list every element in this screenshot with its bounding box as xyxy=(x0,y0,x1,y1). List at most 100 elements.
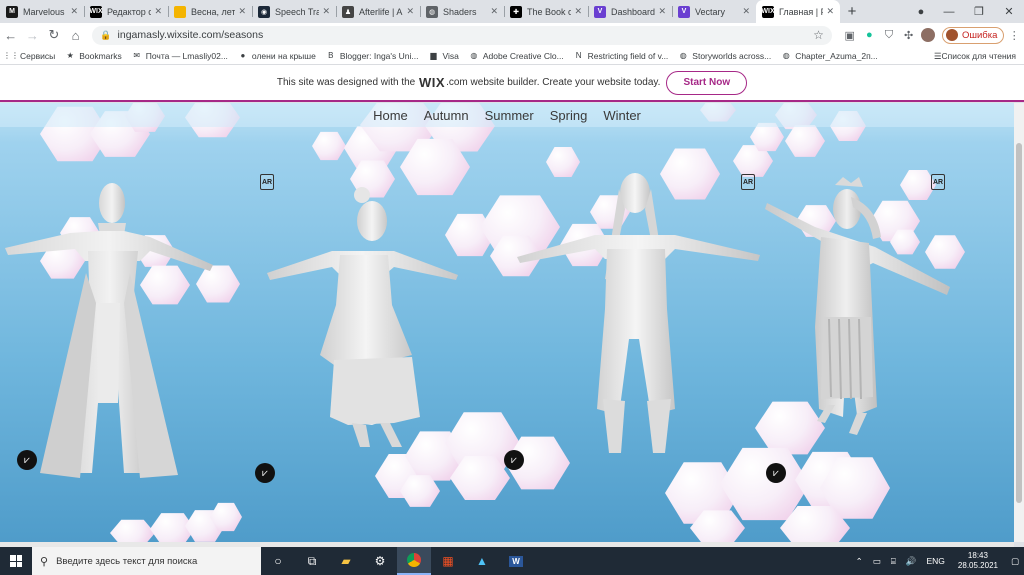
clock[interactable]: 18:43 28.05.2021 xyxy=(958,551,998,571)
notifications-icon[interactable]: ▢ xyxy=(1011,556,1019,567)
folder-icon: ▆ xyxy=(430,51,437,60)
maximize-button[interactable]: ❐ xyxy=(964,0,994,23)
cortana-icon[interactable]: ○ xyxy=(261,547,295,575)
nav-item-home[interactable]: Home xyxy=(370,108,411,123)
browser-tab[interactable]: ✚ The Book of ✕ xyxy=(504,0,588,23)
window-controls: ● — ❐ ✕ xyxy=(908,0,1024,23)
address-bar[interactable]: 🔒 ingamasly.wixsite.com/seasons ☆ xyxy=(92,25,832,45)
bookmark-label: Почта — Lmasliy02... xyxy=(145,50,228,61)
profile-error-button[interactable]: Ошибка xyxy=(941,26,1005,44)
close-tab-icon[interactable]: ✕ xyxy=(490,6,498,17)
nav-item-summer[interactable]: Summer xyxy=(482,108,537,123)
shield-extension-icon[interactable]: ⛉ xyxy=(879,25,899,45)
avatar-model-3[interactable] xyxy=(515,169,765,459)
wix-icon: WIX xyxy=(89,5,103,18)
nav-item-winter[interactable]: Winter xyxy=(600,108,644,123)
close-window-button[interactable]: ✕ xyxy=(994,0,1024,23)
back-button[interactable]: ← xyxy=(0,24,22,46)
nav-item-spring[interactable]: Spring xyxy=(547,108,591,123)
keyboard-layout[interactable]: ENG xyxy=(927,556,945,566)
vectary-logo-icon[interactable]: ⩗ xyxy=(255,463,275,483)
browser-tab[interactable]: ◍ Shaders ✕ xyxy=(420,0,504,23)
grammarly-icon[interactable]: ● xyxy=(860,25,880,45)
puzzle-extensions-icon[interactable]: ✣ xyxy=(899,25,919,45)
tab-label: Весна, лето xyxy=(191,6,236,17)
close-tab-icon[interactable]: ✕ xyxy=(826,6,834,17)
chevron-up-icon[interactable]: ⌃ xyxy=(856,556,863,567)
browser-tab[interactable]: V Dashboard ✕ xyxy=(588,0,672,23)
browser-tab[interactable]: ◉ Speech Trans✕ xyxy=(252,0,336,23)
avatar-model-2[interactable] xyxy=(262,185,462,455)
forward-button[interactable]: → xyxy=(22,24,44,46)
bookmark-item[interactable]: ◍ Storyworlds across... xyxy=(678,51,771,61)
minimize-button[interactable]: — xyxy=(934,0,964,23)
bookmark-label: Restricting field of v... xyxy=(587,50,669,61)
task-view-icon[interactable]: ⧉ xyxy=(295,547,329,575)
chrome-icon[interactable] xyxy=(397,547,431,575)
site-nav-menu: Home Autumn Summer Spring Winter xyxy=(0,103,1014,127)
ar-view-button[interactable]: AR xyxy=(741,174,755,190)
nav-item-autumn[interactable]: Autumn xyxy=(421,108,472,123)
bookmark-label: олени на крыше xyxy=(251,50,316,61)
browser-tab[interactable]: V Vectary ✕ xyxy=(672,0,756,23)
bookmark-item[interactable]: B Blogger: Inga's Uni... xyxy=(326,51,418,61)
bookmark-item[interactable]: ▆ Visa xyxy=(428,51,458,61)
n-icon: N xyxy=(575,51,582,60)
search-icon: ⚲ xyxy=(40,555,49,568)
battery-icon[interactable]: ▭ xyxy=(873,556,881,567)
vertical-scrollbar[interactable] xyxy=(1014,103,1024,542)
vectary-logo-icon[interactable]: ⩗ xyxy=(17,450,37,470)
windows-logo-icon xyxy=(10,555,22,567)
close-tab-icon[interactable]: ✕ xyxy=(574,6,582,17)
tab-strip: MMarvelous D✕WIXРедактор са✕Весна, лето✕… xyxy=(0,0,1024,23)
close-tab-icon[interactable]: ✕ xyxy=(70,6,78,17)
browser-tab[interactable]: ♟ Afterlife | A ✕ xyxy=(336,0,420,23)
bookmark-item[interactable]: ⋮⋮ Сервисы xyxy=(3,51,55,61)
home-button[interactable]: ⌂ xyxy=(65,24,87,46)
bookmark-item[interactable]: ● олени на крыше xyxy=(238,51,316,61)
file-explorer-icon[interactable]: ▰ xyxy=(329,547,363,575)
close-tab-icon[interactable]: ✕ xyxy=(322,6,330,17)
network-icon[interactable]: ⌸ xyxy=(891,556,896,567)
close-tab-icon[interactable]: ✕ xyxy=(658,6,666,17)
browser-tab[interactable]: M Marvelous D✕ xyxy=(0,0,84,23)
avatar-model-4[interactable] xyxy=(765,177,955,439)
bookmark-item[interactable]: ◍ Chapter_Azuma_2п... xyxy=(781,51,878,61)
browser-tab[interactable]: Весна, лето✕ xyxy=(168,0,252,23)
word-icon[interactable]: W xyxy=(499,547,533,575)
taskbar-search-input[interactable]: ⚲ Введите здесь текст для поиска xyxy=(32,547,261,575)
reading-list-button[interactable]: ☰ Список для чтения xyxy=(934,47,1016,65)
close-tab-icon[interactable]: ✕ xyxy=(238,6,246,17)
browser-tab[interactable]: WIX Главная | Р ✕ xyxy=(756,0,840,23)
volume-icon[interactable]: 🔊 xyxy=(906,556,917,567)
slides-icon xyxy=(174,5,186,18)
bookmark-item[interactable]: N Restricting field of v... xyxy=(574,51,669,61)
red-circle-icon: ● xyxy=(240,51,246,60)
photos-icon[interactable]: ▲ xyxy=(465,547,499,575)
extension-icon[interactable]: ▣ xyxy=(840,25,860,45)
bookmark-item[interactable]: ★ Bookmarks xyxy=(65,51,122,61)
start-button[interactable] xyxy=(0,547,32,575)
browser-tab[interactable]: WIX Редактор са✕ xyxy=(84,0,168,23)
profile-dot-icon[interactable]: ● xyxy=(908,0,934,23)
reload-button[interactable]: ↻ xyxy=(43,24,65,46)
bookmark-item[interactable]: ✉ Почта — Lmasliy02... xyxy=(132,51,228,61)
avatar-model-1[interactable] xyxy=(0,173,215,483)
bookmark-item[interactable]: ◍ Adobe Creative Clo... xyxy=(469,51,563,61)
close-tab-icon[interactable]: ✕ xyxy=(406,6,414,17)
ar-view-button[interactable]: AR xyxy=(260,174,274,190)
start-now-button[interactable]: Start Now xyxy=(666,70,748,95)
tab-label: Редактор са xyxy=(107,6,152,17)
close-tab-icon[interactable]: ✕ xyxy=(742,6,750,17)
ar-view-button[interactable]: AR xyxy=(931,174,945,190)
scrollbar-thumb[interactable] xyxy=(1016,143,1022,503)
close-tab-icon[interactable]: ✕ xyxy=(154,6,162,17)
store-icon[interactable]: ▦ xyxy=(431,547,465,575)
new-tab-button[interactable]: + xyxy=(840,0,864,23)
vectary-logo-icon[interactable]: ⩗ xyxy=(504,450,524,470)
settings-icon[interactable]: ⚙ xyxy=(363,547,397,575)
menu-kebab-icon[interactable]: ⋮ xyxy=(1004,25,1024,45)
avatar[interactable] xyxy=(918,25,938,45)
bookmark-star-icon[interactable]: ☆ xyxy=(813,28,824,42)
vectary-logo-icon[interactable]: ⩗ xyxy=(766,463,786,483)
